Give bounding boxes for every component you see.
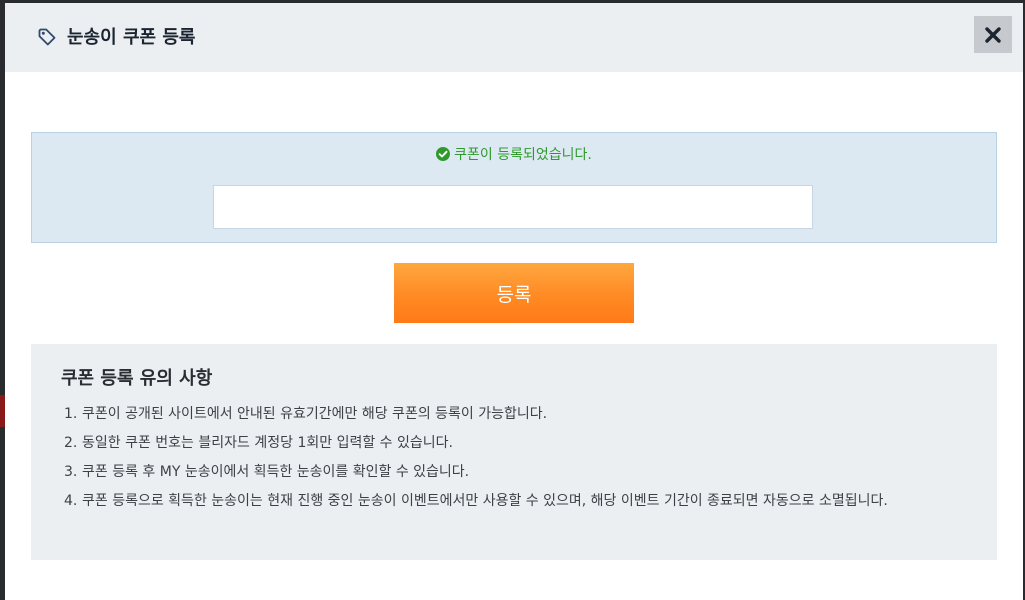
notice-item: 1. 쿠폰이 공개된 사이트에서 안내된 유효기간에만 해당 쿠폰의 등록이 가…	[64, 400, 944, 429]
modal-header: 눈송이 쿠폰 등록	[5, 3, 1023, 72]
notice-item-text: 쿠폰이 공개된 사이트에서 안내된 유효기간에만 해당 쿠폰의 등록이 가능합니…	[82, 406, 548, 422]
notice-item-text: 동일한 쿠폰 번호는 블리자드 계정당 1회만 입력할 수 있습니다.	[82, 435, 453, 451]
success-message-text: 쿠폰이 등록되었습니다.	[454, 147, 592, 163]
notice-title: 쿠폰 등록 유의 사항	[61, 368, 213, 389]
notice-list: 1. 쿠폰이 공개된 사이트에서 안내된 유효기간에만 해당 쿠폰의 등록이 가…	[64, 400, 944, 516]
notice-item-text: 쿠폰 등록 후 MY 눈송이에서 획득한 눈송이를 확인할 수 있습니다.	[82, 464, 470, 480]
notice-panel: 쿠폰 등록 유의 사항 1. 쿠폰이 공개된 사이트에서 안내된 유효기간에만 …	[31, 344, 997, 560]
notice-item-number: 2.	[64, 435, 78, 451]
notice-item-number: 3.	[64, 464, 78, 480]
notice-item: 3. 쿠폰 등록 후 MY 눈송이에서 획득한 눈송이를 확인할 수 있습니다.	[64, 458, 944, 487]
coupon-modal: 눈송이 쿠폰 등록 쿠폰이 등록되었습니다. 등록 쿠폰 등록 유의 사항 1.…	[5, 3, 1023, 600]
notice-item-text: 쿠폰 등록으로 획득한 눈송이는 현재 진행 중인 눈송이 이벤트에서만 사용할…	[82, 493, 888, 509]
close-icon	[985, 26, 1001, 43]
notice-item-number: 4.	[64, 493, 78, 509]
notice-item-number: 1.	[64, 406, 78, 422]
modal-title: 눈송이 쿠폰 등록	[67, 27, 196, 48]
coupon-entry-panel: 쿠폰이 등록되었습니다.	[31, 132, 997, 243]
notice-item: 4. 쿠폰 등록으로 획득한 눈송이는 현재 진행 중인 눈송이 이벤트에서만 …	[64, 487, 944, 516]
tag-icon	[37, 27, 57, 47]
coupon-code-input[interactable]	[213, 185, 813, 229]
register-button[interactable]: 등록	[394, 263, 634, 323]
success-message: 쿠폰이 등록되었습니다.	[32, 145, 996, 167]
notice-item: 2. 동일한 쿠폰 번호는 블리자드 계정당 1회만 입력할 수 있습니다.	[64, 429, 944, 458]
close-button[interactable]	[974, 16, 1012, 53]
check-circle-icon	[436, 147, 451, 167]
